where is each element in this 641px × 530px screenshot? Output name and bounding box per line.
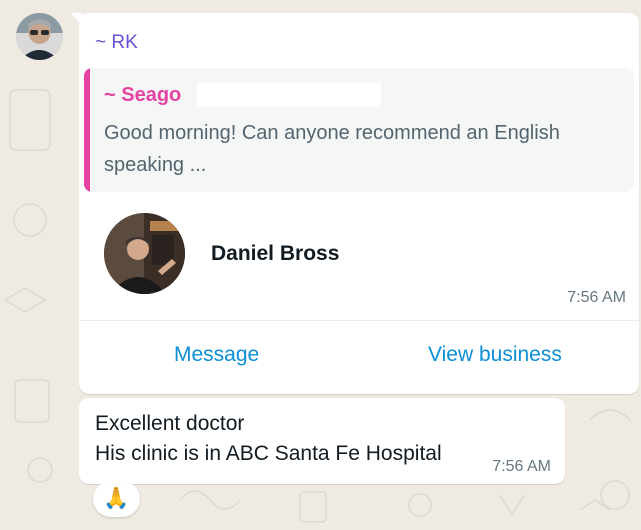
message-timestamp: 7:56 AM <box>492 458 551 475</box>
sender-avatar-photo <box>16 13 63 60</box>
contact-card-divider <box>79 320 639 321</box>
view-business-button[interactable]: View business <box>428 343 562 367</box>
message-timestamp: 7:56 AM <box>567 289 626 306</box>
contact-name[interactable]: Daniel Bross <box>211 242 339 266</box>
message-bubble-text: Excellent doctor His clinic is in ABC Sa… <box>79 398 565 484</box>
folded-hands-reaction-icon: 🙏 <box>103 487 130 510</box>
sender-avatar[interactable] <box>16 13 63 60</box>
message-bubble-contact: ~ RK ~ Seago Good morning! Can anyone re… <box>71 13 639 394</box>
contact-avatar[interactable] <box>104 213 185 294</box>
message-text: Excellent doctor His clinic is in ABC Sa… <box>95 409 442 469</box>
contact-avatar-photo <box>104 213 185 294</box>
quote-accent-bar <box>84 68 90 192</box>
reaction-pill[interactable]: 🙏 <box>93 481 140 517</box>
message-contact-button[interactable]: Message <box>174 343 259 367</box>
redacted-phone-number <box>197 83 381 107</box>
quoted-text: Good morning! Can anyone recommend an En… <box>104 122 560 176</box>
message-line-2: His clinic is in ABC Santa Fe Hospital <box>95 442 442 465</box>
message-line-1: Excellent doctor <box>95 412 245 435</box>
quoted-message[interactable]: ~ Seago Good morning! Can anyone recomme… <box>84 68 634 192</box>
quoted-sender-name: ~ Seago <box>104 84 182 106</box>
bubble-tail <box>71 13 83 27</box>
message-sender-name[interactable]: ~ RK <box>95 32 138 54</box>
